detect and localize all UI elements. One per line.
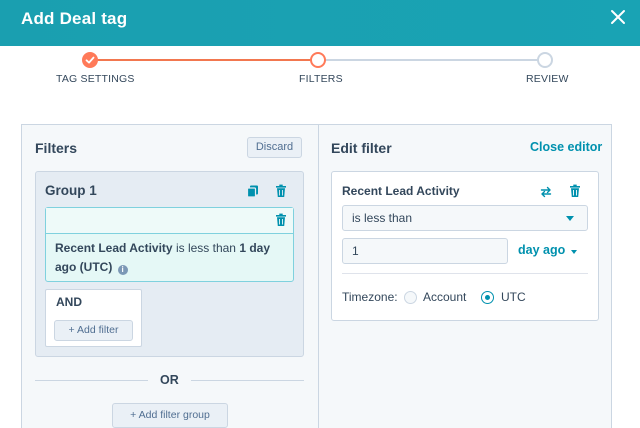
timezone-account-label[interactable]: Account [423,290,466,304]
step-review-indicator[interactable] [537,52,553,68]
timezone-utc-label[interactable]: UTC [501,290,526,304]
delete-editor-filter-icon[interactable] [568,184,582,198]
dialog-header: Add Deal tag [0,0,640,46]
info-icon[interactable]: i [117,265,128,275]
or-divider-left [35,380,148,381]
swap-property-icon[interactable] [539,185,553,199]
stepper-remaining-line [318,59,545,61]
step-tag-settings-label[interactable]: TAG SETTINGS [56,73,135,85]
timezone-utc-radio[interactable] [481,291,494,304]
clone-icon[interactable] [246,184,260,198]
close-editor-link[interactable]: Close editor [530,140,602,154]
value-input[interactable]: 1 [342,238,508,264]
add-filter-button[interactable]: + Add filter [54,320,133,341]
filter-operator: is less than [175,241,236,255]
timezone-account-radio[interactable] [404,291,417,304]
filter-group-title: Group 1 [45,183,97,198]
chevron-down-icon [566,216,574,221]
and-label: AND [56,295,82,309]
step-filters-indicator[interactable] [310,52,326,68]
add-filter-group-button[interactable]: + Add filter group [112,403,228,428]
unit-chevron-down-icon[interactable] [571,250,577,254]
filter-card-toolbar [46,208,293,234]
or-divider-right [191,380,304,381]
discard-button[interactable]: Discard [247,137,302,158]
delete-group-icon[interactable] [274,184,288,198]
edit-filter-title: Edit filter [331,140,392,156]
operator-select-value: is less than [352,211,413,225]
editor-property-name: Recent Lead Activity [342,184,460,198]
step-filters-label[interactable]: FILTERS [299,73,343,85]
editor-divider [342,273,588,274]
timezone-label: Timezone: [342,290,398,304]
close-icon[interactable] [607,6,629,28]
step-review-label[interactable]: REVIEW [526,73,569,85]
filters-panel-title: Filters [35,140,78,156]
stepper-progress-line [90,59,318,61]
filter-summary[interactable]: Recent Lead Activity is less than 1 day … [55,239,287,277]
dialog-title: Add Deal tag [21,9,128,28]
unit-select[interactable]: day ago [518,243,565,257]
or-label: OR [160,373,179,387]
step-tag-settings-indicator[interactable] [82,52,98,68]
operator-select[interactable]: is less than [342,205,588,231]
filter-property: Recent Lead Activity [55,241,173,255]
delete-filter-icon[interactable] [274,213,288,227]
check-icon [85,56,95,64]
